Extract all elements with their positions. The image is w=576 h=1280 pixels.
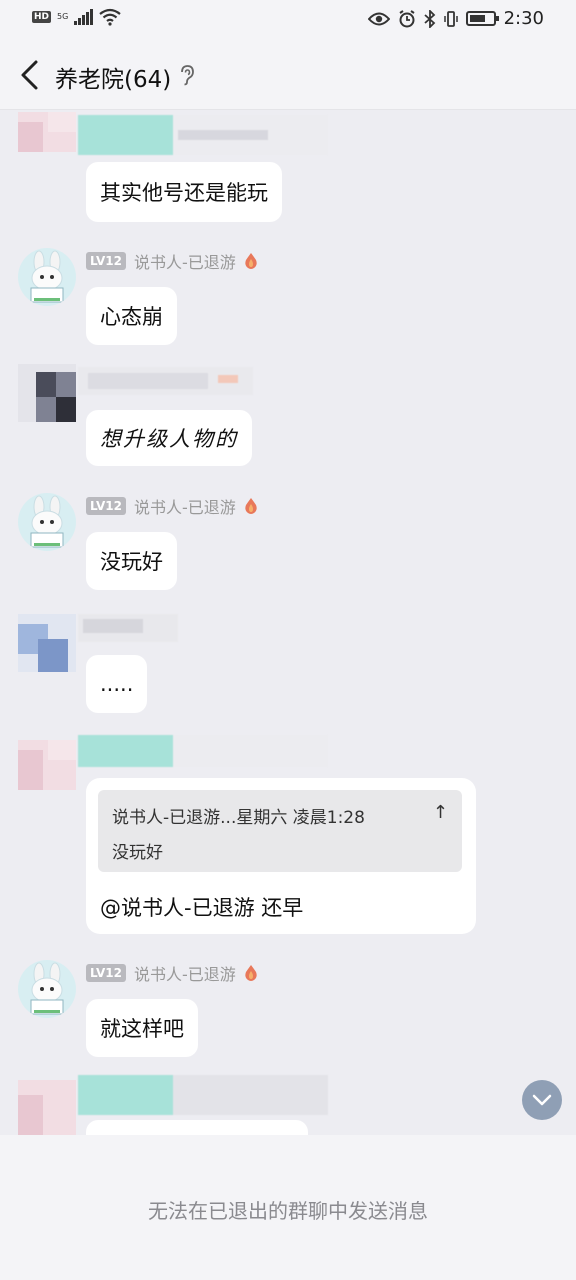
blurred-sender-name [78,1075,328,1115]
title-bar: 养老院(64) [0,40,576,110]
blurred-sender-name [78,614,178,642]
message-bubble[interactable]: 就这样吧 [86,999,198,1057]
blurred-avatar [18,1080,76,1135]
status-right: 2:30 [367,8,544,29]
cannot-send-notice: 无法在已退出的群聊中发送消息 [148,1199,428,1223]
blurred-avatar [18,112,76,152]
blurred-sender-name [78,115,328,155]
network-label: 5G [57,12,69,21]
status-bar: HD 5G 2:30 [0,0,576,40]
flame-icon [245,965,257,981]
chat-title[interactable]: 养老院(64) [55,60,171,94]
vibrate-icon [443,10,458,27]
quoted-message[interactable]: 说书人-已退游...星期六 凌晨1:28 ↑ 没玩好 [98,790,462,872]
chevron-down-icon [532,1094,552,1106]
sender-row: LV12 说书人-已退游 [86,495,258,517]
footer: 无法在已退出的群聊中发送消息 [0,1135,576,1280]
battery-icon [465,11,499,26]
sender-name[interactable]: 说书人-已退游 [134,249,236,273]
partial-message-bubble[interactable] [86,1120,308,1135]
rabbit-avatar-icon [30,250,64,303]
avatar[interactable] [18,248,76,306]
sender-name[interactable]: 说书人-已退游 [134,494,236,518]
blurred-avatar [18,740,76,790]
message-bubble[interactable]: 心态崩 [86,287,177,345]
level-badge: LV12 [86,964,126,982]
blurred-sender-name [78,367,253,395]
reply-bubble[interactable]: 说书人-已退游...星期六 凌晨1:28 ↑ 没玩好 @说书人-已退游 还早 [86,778,476,934]
quote-header: 说书人-已退游...星期六 凌晨1:28 [112,808,365,828]
blurred-sender-name [78,735,328,767]
sender-name[interactable]: 说书人-已退游 [134,961,236,985]
reply-text: @说书人-已退游 还早 [100,896,304,920]
rabbit-avatar-icon [30,962,64,1015]
wifi-icon [99,8,121,26]
alarm-icon [399,9,415,27]
level-badge: LV12 [86,497,126,515]
chevron-left-icon [21,60,38,90]
message-bubble[interactable]: ..... [86,655,148,713]
status-left: HD 5G [32,8,121,26]
message-bubble[interactable]: 想升级人物的 [86,410,252,466]
scroll-to-bottom-button[interactable] [522,1080,562,1120]
back-button[interactable] [14,54,54,96]
level-badge: LV12 [86,252,126,270]
blurred-avatar [18,364,76,422]
blurred-avatar [18,614,76,672]
rabbit-avatar-icon [30,495,64,548]
signal-icon [74,9,94,25]
eye-icon [367,12,390,25]
flame-icon [245,253,257,269]
sender-row: LV12 说书人-已退游 [86,250,258,272]
status-time: 2:30 [503,8,544,29]
bluetooth-icon [423,9,435,28]
hd-badge: HD [32,11,52,23]
avatar[interactable] [18,493,76,551]
flame-icon [245,498,257,514]
message-bubble[interactable]: 其实他号还是能玩 [86,162,282,222]
quote-body: 没玩好 [112,843,163,863]
message-bubble[interactable]: 没玩好 [86,532,177,590]
avatar[interactable] [18,960,76,1018]
ear-icon[interactable] [178,64,196,86]
sender-row: LV12 说书人-已退游 [86,962,258,984]
jump-to-quote-icon[interactable]: ↑ [433,802,448,823]
